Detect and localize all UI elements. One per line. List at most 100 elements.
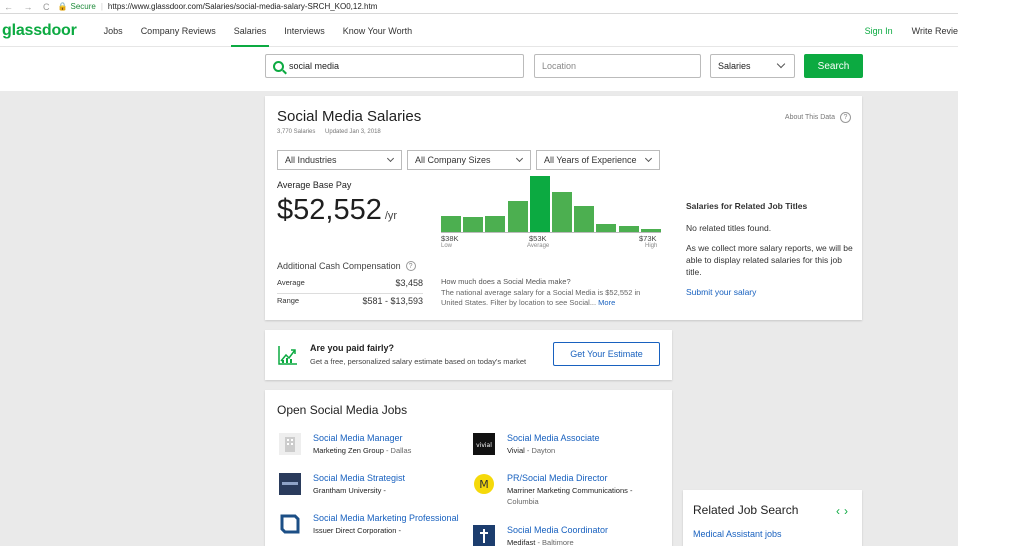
industry-filter[interactable]: All Industries	[277, 150, 402, 170]
job-title-link[interactable]: Social Media Associate	[507, 433, 600, 443]
job-city: - Baltimore	[535, 538, 574, 546]
related-titles-empty: No related titles found.	[686, 223, 772, 233]
sign-in-link[interactable]: Sign In	[865, 26, 893, 36]
job-city: - Dallas	[383, 446, 412, 455]
search-button[interactable]: Search	[804, 54, 863, 78]
vivial-logo-text: vivial	[476, 442, 492, 449]
location-input[interactable]: Location	[534, 54, 701, 78]
range-value: $581 - $13,593	[362, 296, 423, 306]
average-base-pay: $52,552 /yr	[277, 194, 397, 227]
axis-high-value: $73K	[639, 234, 657, 243]
company-name: Marriner Marketing Communications -	[507, 486, 633, 495]
get-estimate-button[interactable]: Get Your Estimate	[553, 342, 660, 366]
search-type-select[interactable]: Salaries	[710, 54, 795, 78]
histogram-baseline	[441, 232, 661, 233]
job-company: Medifast - Baltimore	[507, 537, 574, 546]
axis-low-value: $38K	[441, 234, 459, 243]
nav-link-salaries[interactable]: Salaries	[225, 15, 276, 47]
related-job-link[interactable]: Medical Assistant jobs	[693, 529, 782, 539]
job-listing[interactable]: Social Media Marketing Professional Issu…	[279, 513, 469, 541]
average-base-pay-label: Average Base Pay	[277, 180, 352, 190]
question-icon[interactable]: ?	[405, 261, 416, 271]
job-listing[interactable]: Social Media Manager Marketing Zen Group…	[279, 433, 469, 461]
job-listing[interactable]: Social Media Coordinator Medifast - Balt…	[473, 525, 663, 546]
axis-low-label: Low	[441, 243, 453, 249]
histogram-bar	[640, 229, 661, 232]
histogram-bar	[574, 206, 595, 232]
submit-salary-link[interactable]: Submit your salary	[686, 286, 856, 298]
job-title-link[interactable]: Social Media Coordinator	[507, 525, 608, 535]
job-title-link[interactable]: Social Media Manager	[313, 433, 403, 443]
more-link[interactable]: More	[598, 298, 615, 307]
nav-link-jobs[interactable]: Jobs	[95, 15, 132, 46]
about-this-data-link[interactable]: About This Data ?	[785, 112, 851, 123]
nav-link-interviews[interactable]: Interviews	[275, 15, 334, 46]
salary-meta: 3,770 Salaries Updated Jan 3, 2018	[277, 129, 389, 135]
company-name: Vivial	[507, 446, 525, 455]
additional-cash-label: Additional Cash Compensation	[277, 261, 401, 271]
job-listing[interactable]: Social Media Strategist Grantham Univers…	[279, 473, 469, 501]
marriner-logo-text: M	[479, 478, 489, 491]
chevron-down-icon	[776, 59, 786, 69]
paid-fairly-subtext: Get a free, personalized salary estimate…	[310, 357, 527, 366]
keyword-value: social media	[289, 61, 340, 71]
issuer-direct-logo	[279, 513, 301, 535]
histogram-bar	[507, 201, 528, 232]
histogram-bar	[552, 192, 572, 232]
additional-cash-heading: Additional Cash Compensation ?	[277, 261, 416, 271]
histogram-bar	[441, 216, 461, 232]
company-name: Marketing Zen Group	[313, 446, 384, 455]
histogram-bar	[485, 216, 506, 232]
related-titles-note: As we collect more salary reports, we wi…	[686, 243, 853, 277]
salary-description: How much does a Social Media make? The n…	[441, 277, 661, 308]
job-title-link[interactable]: PR/Social Media Director	[507, 473, 608, 483]
nav-link-know-your-worth[interactable]: Know Your Worth	[334, 15, 421, 46]
chart-trend-icon	[278, 346, 297, 365]
browser-nav-buttons[interactable]: ← → C	[4, 2, 54, 12]
secure-label: Secure	[70, 2, 96, 11]
job-city: - Dayton	[524, 446, 556, 455]
address-field[interactable]: https://www.glassdoor.com/Salaries/socia…	[108, 2, 377, 11]
glassdoor-logo[interactable]: glassdoor	[2, 22, 77, 40]
axis-high-label: High	[645, 243, 658, 249]
company-size-filter[interactable]: All Company Sizes	[407, 150, 531, 170]
job-company: Marketing Zen Group - Dallas	[313, 445, 411, 456]
chevron-down-icon	[515, 154, 524, 163]
lock-icon: 🔒	[57, 2, 68, 11]
job-company: Issuer Direct Corporation -	[313, 525, 401, 536]
range-row: Range $581 - $13,593	[277, 296, 423, 306]
top-navigation: glassdoor Jobs Company Reviews Salaries …	[0, 15, 958, 47]
job-listing[interactable]: vivial Social Media Associate Vivial - D…	[473, 433, 663, 461]
chevron-down-icon	[386, 154, 395, 163]
write-review-link[interactable]: Write Revie	[912, 26, 958, 36]
experience-filter[interactable]: All Years of Experience	[536, 150, 660, 170]
open-jobs-card: Open Social Media Jobs Social Media Mana…	[265, 390, 672, 546]
related-job-search-card: Related Job Search ‹› Medical Assistant …	[683, 490, 862, 546]
browser-url-bar: ← → C 🔒 Secure | https://www.glassdoor.c…	[0, 0, 958, 14]
blank-margin	[958, 0, 1032, 546]
average-label: Average	[277, 278, 305, 287]
keyword-search-input[interactable]: social media	[265, 54, 524, 78]
salary-summary-card: Social Media Salaries 3,770 Salaries Upd…	[265, 96, 862, 320]
vivial-logo: vivial	[473, 433, 495, 455]
url-separator: |	[100, 2, 103, 11]
carousel-arrows: ‹›	[836, 504, 852, 518]
chevron-left-icon[interactable]: ‹	[836, 504, 844, 518]
job-title-link[interactable]: Social Media Marketing Professional	[313, 513, 459, 523]
chevron-right-icon[interactable]: ›	[844, 504, 852, 518]
account-nav: Sign In Write Revie	[865, 26, 958, 36]
updated-date: Updated Jan 3, 2018	[325, 129, 381, 135]
job-title-link[interactable]: Social Media Strategist	[313, 473, 405, 483]
salary-histogram	[441, 176, 661, 233]
search-type-value: Salaries	[718, 61, 751, 71]
job-listing[interactable]: M PR/Social Media Director Marriner Mark…	[473, 473, 663, 506]
industry-filter-value: All Industries	[285, 155, 337, 165]
paid-fairly-heading: Are you paid fairly?	[310, 343, 395, 353]
axis-average-value: $53K	[529, 234, 547, 243]
range-label: Range	[277, 296, 300, 305]
page-title: Social Media Salaries	[277, 108, 422, 125]
chevron-down-icon	[644, 154, 653, 163]
salary-count: 3,770 Salaries	[277, 129, 316, 135]
job-city: Columbia	[507, 497, 539, 506]
nav-link-company-reviews[interactable]: Company Reviews	[132, 15, 225, 46]
